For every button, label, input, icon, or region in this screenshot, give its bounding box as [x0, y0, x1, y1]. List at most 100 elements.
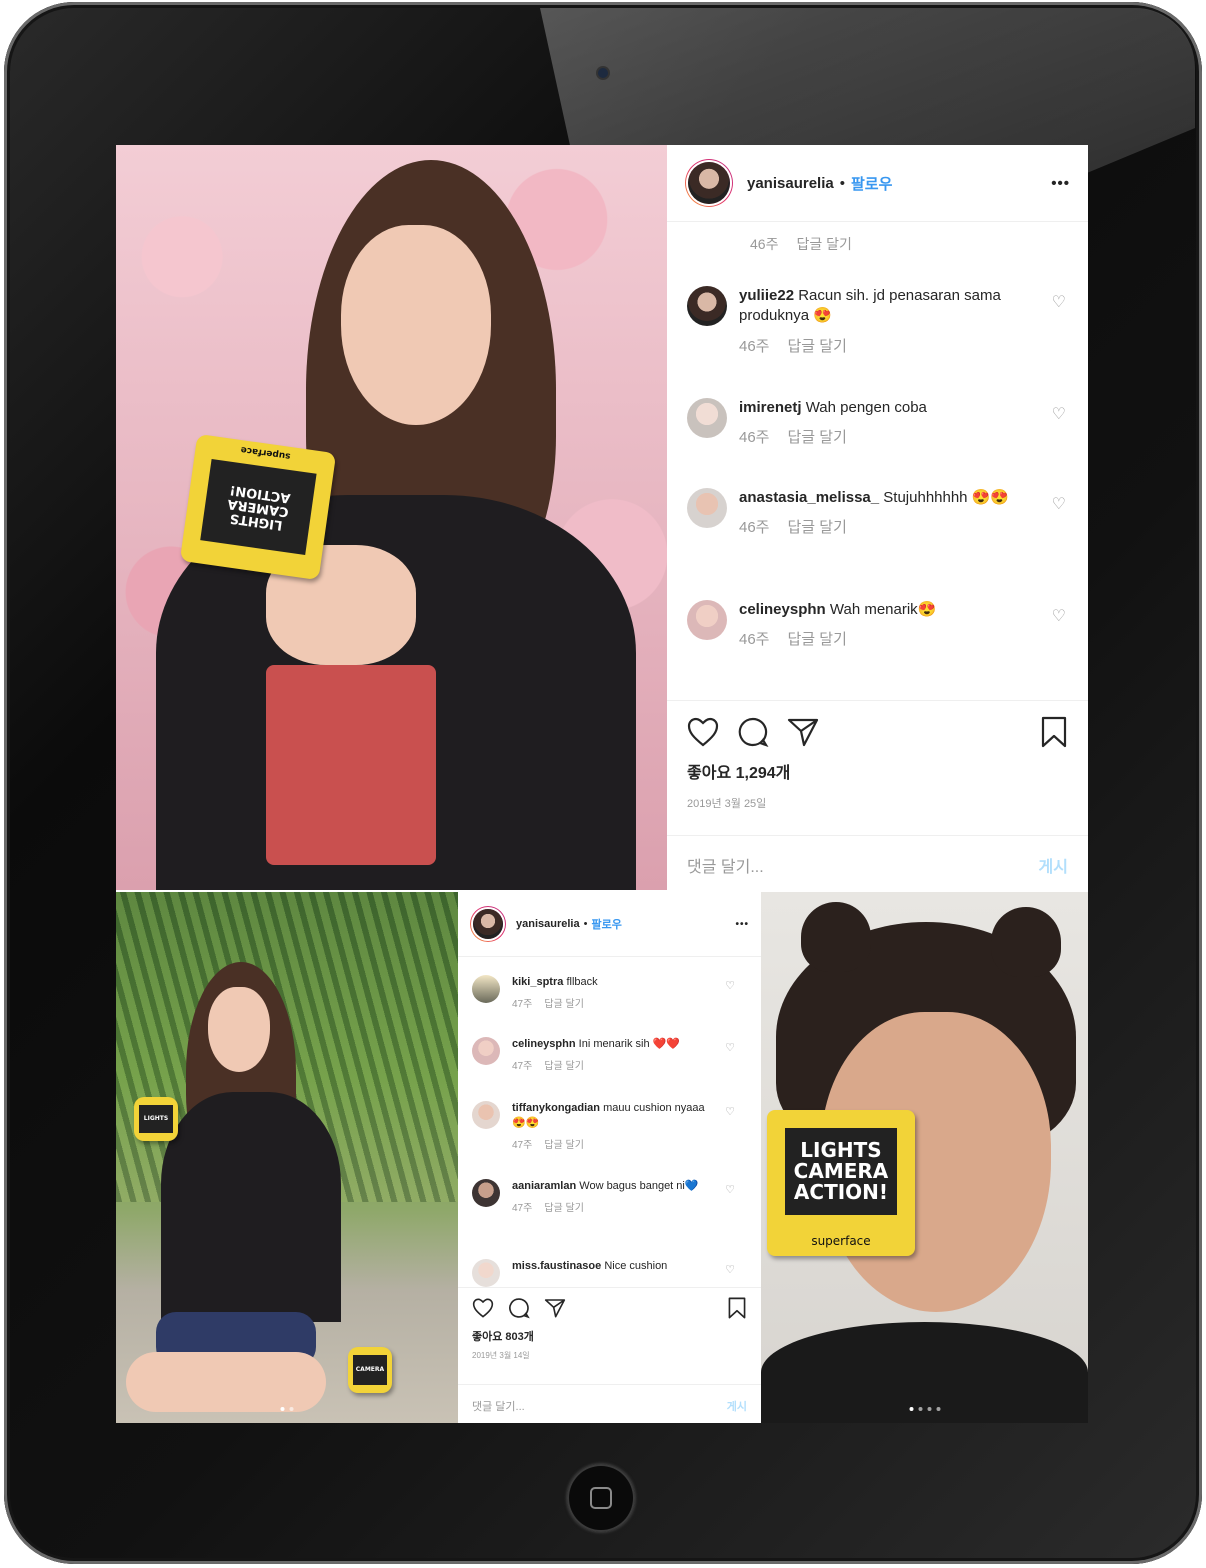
home-icon: [590, 1487, 612, 1509]
profile-avatar-ring[interactable]: [470, 906, 506, 942]
avatar[interactable]: [687, 286, 727, 326]
comment-username[interactable]: anastasia_melissa_: [739, 489, 879, 506]
comment-item: tiffanykongadian mauu cushion nyaaa😍😍 47…: [472, 1101, 735, 1179]
comment-username[interactable]: yuliie22: [739, 287, 794, 304]
more-options-icon[interactable]: •••: [1051, 175, 1070, 192]
comment-text: fllback: [566, 976, 598, 988]
profile-avatar-ring[interactable]: [685, 159, 733, 207]
hair-bun-left: [801, 902, 871, 972]
reply-link[interactable]: 답글 달기: [544, 1139, 584, 1153]
reply-link[interactable]: 답글 달기: [788, 630, 847, 650]
comment-text: Nice cushion: [604, 1260, 668, 1272]
username[interactable]: yanisaurelia: [747, 175, 834, 192]
comment-username[interactable]: kiki_sptra: [512, 976, 563, 988]
comment-like-icon[interactable]: ♡: [1052, 292, 1066, 312]
carousel-dots: [280, 1407, 294, 1411]
avatar[interactable]: [472, 1101, 500, 1129]
reply-link[interactable]: 답글 달기: [544, 1202, 584, 1216]
comment-text: Stujuhhhhhh 😍😍: [883, 489, 1010, 506]
comment-input[interactable]: 댓글 달기...: [472, 1398, 525, 1414]
post-date: 2019년 3월 25일: [687, 798, 767, 810]
hair-bun-right: [991, 907, 1061, 977]
avatar[interactable]: [687, 398, 727, 438]
comment-username[interactable]: aaniaramlan: [512, 1180, 576, 1192]
post-photo-third[interactable]: LIGHTS CAMERA ACTION! superface: [761, 892, 1088, 1423]
reply-link[interactable]: 답글 달기: [544, 998, 584, 1012]
share-send-icon[interactable]: [787, 717, 819, 747]
carousel-dots: [909, 1407, 940, 1411]
comment-like-icon[interactable]: ♡: [725, 1041, 735, 1054]
like-heart-icon[interactable]: [472, 1298, 494, 1318]
follow-button[interactable]: 팔로우: [851, 173, 892, 194]
post-header: yanisaurelia • 팔로우 •••: [458, 892, 761, 957]
avatar[interactable]: [687, 488, 727, 528]
person-face: [341, 225, 491, 425]
person-legs: [126, 1352, 326, 1412]
avatar[interactable]: [472, 1037, 500, 1065]
post-actions: [667, 700, 1088, 763]
comment-username[interactable]: tiffanykongadian: [512, 1102, 600, 1114]
follow-button[interactable]: 팔로우: [591, 916, 621, 932]
comment-text: Wow bagus banget ni💙: [579, 1180, 699, 1192]
post-photo-main[interactable]: LIGHTS CAMERA ACTION! superface: [116, 145, 667, 890]
comment-like-icon[interactable]: ♡: [725, 979, 735, 992]
post-header: yanisaurelia • 팔로우 •••: [667, 145, 1088, 222]
bookmark-icon[interactable]: [1040, 716, 1068, 748]
comment-list[interactable]: 46주 답글 달기 yuliie22 Racun sih. jd penasar…: [667, 222, 1088, 700]
comment-like-icon[interactable]: ♡: [725, 1105, 735, 1118]
comment-bubble-icon[interactable]: [508, 1297, 530, 1319]
avatar[interactable]: [472, 975, 500, 1003]
comment-username[interactable]: celineysphn: [739, 601, 826, 618]
post-photo-second[interactable]: LIGHTS CAMERA: [116, 892, 458, 1423]
comment-like-icon[interactable]: ♡: [725, 1263, 735, 1276]
reply-link[interactable]: 답글 달기: [788, 518, 847, 538]
more-options-icon[interactable]: •••: [735, 919, 749, 930]
product-compact-box: CAMERA: [348, 1347, 392, 1393]
person-face: [208, 987, 270, 1072]
reply-link[interactable]: 답글 달기: [788, 428, 847, 448]
like-heart-icon[interactable]: [687, 717, 719, 747]
avatar[interactable]: [687, 600, 727, 640]
share-send-icon[interactable]: [544, 1298, 566, 1318]
comment-list[interactable]: kiki_sptra fllback 47주 답글 달기 ♡ celineysph…: [458, 957, 761, 1287]
comment-like-icon[interactable]: ♡: [725, 1183, 735, 1196]
comment-item: celineysphn Ini menarik sih ❤️❤️ 47주 답글 달…: [472, 1037, 735, 1101]
avatar[interactable]: [472, 1179, 500, 1207]
comment-username[interactable]: celineysphn: [512, 1038, 576, 1050]
product-compact: LIGHTS CAMERA ACTION! superface: [767, 1110, 915, 1256]
person-shirt: [161, 1092, 341, 1322]
comment-text: Wah pengen coba: [805, 399, 927, 416]
comment-username[interactable]: imirenetj: [739, 399, 802, 416]
separator-dot: •: [583, 918, 588, 930]
comment-item: miss.faustinasoe Nice cushion ♡: [472, 1259, 735, 1287]
product-compact: LIGHTS CAMERA ACTION! superface: [179, 433, 337, 581]
post-comment-button[interactable]: 게시: [1039, 853, 1068, 877]
username[interactable]: yanisaurelia: [516, 918, 580, 930]
avatar: [688, 162, 730, 204]
bookmark-icon[interactable]: [727, 1297, 747, 1319]
add-comment-bar: 댓글 달기... 게시: [458, 1384, 761, 1423]
comment-bubble-icon[interactable]: [737, 716, 769, 748]
post-date: 2019년 3월 14일: [472, 1351, 530, 1360]
shirt-print: [266, 665, 436, 865]
likes-count[interactable]: 좋아요 803개: [458, 1328, 761, 1350]
comment-text: Wah menarik😍: [829, 601, 937, 618]
comment-like-icon[interactable]: ♡: [1052, 404, 1066, 424]
comment-like-icon[interactable]: ♡: [1052, 494, 1066, 514]
reply-link[interactable]: 답글 달기: [788, 337, 847, 357]
reply-link[interactable]: 답글 달기: [796, 234, 851, 254]
comment-item: celineysphn Wah menarik😍 46주 답글 달기 ♡: [687, 586, 1066, 676]
add-comment-bar: 댓글 달기... 게시: [667, 835, 1088, 893]
front-camera: [598, 68, 608, 78]
comment-like-icon[interactable]: ♡: [1052, 606, 1066, 626]
comment-item: imirenetj Wah pengen coba 46주 답글 달기 ♡: [687, 384, 1066, 474]
comment-username[interactable]: miss.faustinasoe: [512, 1260, 601, 1272]
likes-count[interactable]: 좋아요 1,294개: [667, 763, 1088, 795]
comment-meta-top: 46주 답글 달기: [750, 234, 852, 254]
avatar[interactable]: [472, 1259, 500, 1287]
comment-input[interactable]: 댓글 달기...: [687, 853, 764, 877]
reply-link[interactable]: 답글 달기: [544, 1060, 584, 1074]
post-comment-button[interactable]: 게시: [727, 1398, 747, 1414]
separator-dot: •: [839, 174, 845, 192]
product-compact: LIGHTS: [134, 1097, 178, 1141]
